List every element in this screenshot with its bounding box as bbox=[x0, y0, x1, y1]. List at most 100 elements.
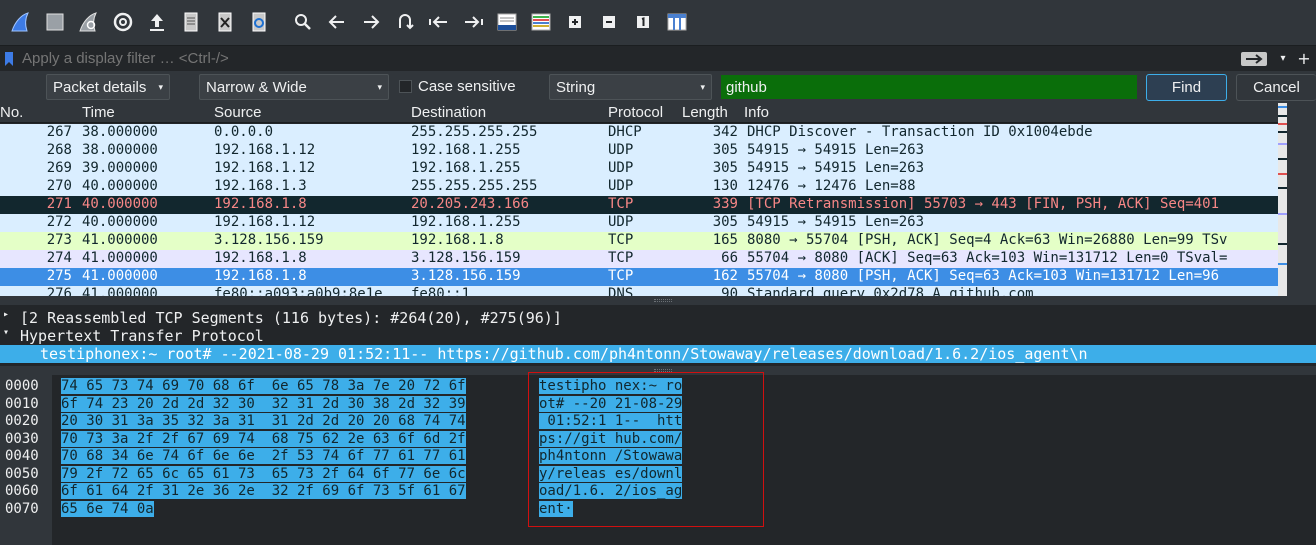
packet-no-cell: 274 bbox=[46, 250, 72, 266]
packet-protocol-cell: UDP bbox=[608, 160, 634, 176]
column-header-destination[interactable]: Destination bbox=[411, 104, 486, 121]
packet-info-cell: 12476 → 12476 Len=88 bbox=[747, 178, 916, 194]
packet-row[interactable]: 272 40.000000 192.168.1.12 192.168.1.255 UDP… bbox=[0, 214, 1278, 232]
case-sensitive-checkbox[interactable]: Case sensitive bbox=[399, 78, 516, 95]
column-header-protocol[interactable]: Protocol bbox=[608, 104, 663, 121]
packet-row[interactable]: 275 41.000000 192.168.1.8 3.128.156.159 TCP 1… bbox=[0, 268, 1278, 286]
packet-list-header: No. Time Source Destination Protocol Len… bbox=[0, 103, 1278, 123]
packet-info-cell: 55704 → 8080 [ACK] Seq=63 Ack=103 Win=13… bbox=[747, 250, 1228, 266]
packet-destination-cell: 20.205.243.166 bbox=[411, 196, 530, 212]
filter-history-dropdown-icon[interactable]: ▾ bbox=[1274, 49, 1292, 69]
colorize-packets-icon[interactable] bbox=[524, 5, 558, 39]
zoom-out-icon[interactable] bbox=[592, 5, 626, 39]
collapse-triangle-icon[interactable]: ▾ bbox=[3, 327, 9, 338]
search-type-select[interactable]: String ▾ bbox=[549, 74, 712, 100]
add-filter-button-plus-icon[interactable]: + bbox=[1292, 49, 1316, 68]
save-file-icon[interactable] bbox=[174, 5, 208, 39]
main-toolbar bbox=[0, 0, 1316, 44]
packet-row[interactable]: 271 40.000000 192.168.1.8 20.205.243.166 TCP… bbox=[0, 196, 1278, 214]
column-header-no[interactable]: No. bbox=[0, 104, 23, 121]
restart-capture-icon[interactable] bbox=[72, 5, 106, 39]
search-in-select[interactable]: Packet details ▾ bbox=[46, 74, 170, 100]
capture-options-gear-icon[interactable] bbox=[106, 5, 140, 39]
tree-item-http[interactable]: ▾ Hypertext Transfer Protocol bbox=[0, 327, 1316, 345]
packet-source-cell: 192.168.1.12 bbox=[214, 142, 316, 158]
packet-row[interactable]: 274 41.000000 192.168.1.8 3.128.156.159 TCP 6… bbox=[0, 250, 1278, 268]
packet-length-cell: 305 bbox=[712, 160, 738, 176]
character-width-select[interactable]: Narrow & Wide ▾ bbox=[199, 74, 389, 100]
packet-row[interactable]: 270 40.000000 192.168.1.3 255.255.255.255 UD… bbox=[0, 178, 1278, 196]
tree-item-label: Hypertext Transfer Protocol bbox=[20, 327, 264, 345]
checkbox-box[interactable] bbox=[399, 80, 412, 93]
packet-source-cell: 0.0.0.0 bbox=[214, 124, 274, 140]
column-header-length[interactable]: Length bbox=[682, 104, 728, 121]
packet-source-cell: 192.168.1.8 bbox=[214, 268, 307, 284]
column-header-source[interactable]: Source bbox=[214, 104, 262, 121]
byte-offset: 0070 bbox=[5, 500, 39, 517]
byte-offset: 0060 bbox=[5, 483, 39, 499]
tree-item-http-line-selected[interactable]: testiphonex:~ root# --2021-08-29 01:52:1… bbox=[0, 345, 1316, 363]
packet-info-cell: 54915 → 54915 Len=263 bbox=[747, 142, 925, 158]
column-header-time[interactable]: Time bbox=[82, 104, 115, 121]
packet-row[interactable]: 273 41.000000 3.128.156.159 192.168.1.8 TCP 1… bbox=[0, 232, 1278, 250]
go-last-packet-icon[interactable] bbox=[456, 5, 490, 39]
packet-row[interactable]: 268 38.000000 192.168.1.12 192.168.1.255 UDP… bbox=[0, 142, 1278, 160]
apply-filter-arrow-icon[interactable] bbox=[1234, 49, 1274, 69]
column-header-info[interactable]: Info bbox=[744, 104, 769, 121]
open-file-upload-icon[interactable] bbox=[140, 5, 174, 39]
packet-info-cell: Standard query 0x2d78 A github.com bbox=[747, 286, 1034, 296]
hex-bytes-line[interactable]: 6f 74 23 20 2d 2d 32 30 32 31 2d 30 38 2… bbox=[61, 395, 466, 412]
packet-source-cell: 192.168.1.8 bbox=[214, 196, 307, 212]
go-first-packet-icon[interactable] bbox=[422, 5, 456, 39]
find-packet-search-icon[interactable] bbox=[286, 5, 320, 39]
start-capture-shark-fin-icon[interactable] bbox=[4, 5, 38, 39]
hex-bytes-line[interactable]: 70 68 34 6e 74 6f 6e 6e 2f 53 74 6f 77 6… bbox=[61, 448, 466, 464]
go-to-packet-icon[interactable] bbox=[388, 5, 422, 39]
auto-scroll-icon[interactable] bbox=[490, 5, 524, 39]
go-forward-arrow-right-icon[interactable] bbox=[354, 5, 388, 39]
packet-row[interactable]: 269 39.000000 192.168.1.12 192.168.1.255 UDP… bbox=[0, 160, 1278, 178]
cancel-button[interactable]: Cancel bbox=[1236, 73, 1316, 101]
packet-row[interactable]: 276 41.000000 fe80::a093:a0b9:8e1e fe80::1 D… bbox=[0, 286, 1278, 296]
hex-bytes-line[interactable]: 6f 61 64 2f 31 2e 36 2e 32 2f 69 6f 73 5… bbox=[61, 483, 466, 499]
packet-no-cell: 268 bbox=[46, 142, 72, 158]
reload-file-icon[interactable] bbox=[242, 5, 276, 39]
normal-size-icon[interactable] bbox=[626, 5, 660, 39]
zoom-in-icon[interactable] bbox=[558, 5, 592, 39]
packet-info-cell: 54915 → 54915 Len=263 bbox=[747, 214, 925, 230]
ascii-highlight-annotation-box bbox=[528, 372, 764, 527]
go-back-arrow-left-icon[interactable] bbox=[320, 5, 354, 39]
filter-bookmark-icon[interactable] bbox=[2, 49, 16, 69]
expand-triangle-icon[interactable]: ▸ bbox=[3, 309, 9, 320]
hex-bytes-line[interactable]: 79 2f 72 65 6c 65 61 73 65 73 2f 64 6f 7… bbox=[61, 465, 466, 482]
packet-time-cell: 39.000000 bbox=[82, 160, 158, 176]
packet-length-cell: 90 bbox=[721, 286, 738, 296]
hex-bytes-line[interactable]: 20 30 31 3a 35 32 3a 31 31 2d 2d 20 20 6… bbox=[61, 413, 466, 429]
chevron-down-icon: ▾ bbox=[377, 81, 382, 92]
byte-offset: 0010 bbox=[5, 395, 39, 412]
pane-splitter[interactable] bbox=[0, 296, 1316, 305]
hex-bytes-line[interactable]: 70 73 3a 2f 2f 67 69 74 68 75 62 2e 63 6… bbox=[61, 430, 466, 447]
packet-protocol-cell: TCP bbox=[608, 268, 634, 284]
stop-capture-icon[interactable] bbox=[38, 5, 72, 39]
display-filter-input[interactable] bbox=[16, 47, 1234, 70]
resize-columns-icon[interactable] bbox=[660, 5, 694, 39]
tree-item-reassembled-segments[interactable]: ▸ [2 Reassembled TCP Segments (116 bytes… bbox=[0, 309, 1316, 327]
packet-no-cell: 276 bbox=[46, 286, 72, 296]
packet-destination-cell: 3.128.156.159 bbox=[411, 268, 521, 284]
packet-length-cell: 130 bbox=[712, 178, 738, 194]
hex-bytes-line[interactable]: 74 65 73 74 69 70 68 6f 6e 65 78 3a 7e 2… bbox=[61, 378, 466, 394]
packet-row[interactable]: 267 38.000000 0.0.0.0 255.255.255.255 DHCP 34… bbox=[0, 124, 1278, 142]
packet-source-cell: 192.168.1.12 bbox=[214, 214, 316, 230]
packet-list-scrollbar[interactable] bbox=[1287, 103, 1316, 296]
find-string-input[interactable] bbox=[721, 75, 1137, 99]
packet-length-cell: 342 bbox=[712, 124, 738, 140]
byte-offset: 0030 bbox=[5, 430, 39, 447]
packet-info-cell: DHCP Discover - Transaction ID 0x1004ebd… bbox=[747, 124, 1093, 140]
packet-info-cell: 55704 → 8080 [PSH, ACK] Seq=63 Ack=103 W… bbox=[747, 268, 1220, 284]
packet-list-minimap[interactable] bbox=[1278, 103, 1287, 296]
hex-bytes-line[interactable]: 65 6e 74 0a bbox=[61, 500, 154, 517]
packet-time-cell: 38.000000 bbox=[82, 142, 158, 158]
close-file-icon[interactable] bbox=[208, 5, 242, 39]
find-button[interactable]: Find bbox=[1146, 73, 1227, 101]
